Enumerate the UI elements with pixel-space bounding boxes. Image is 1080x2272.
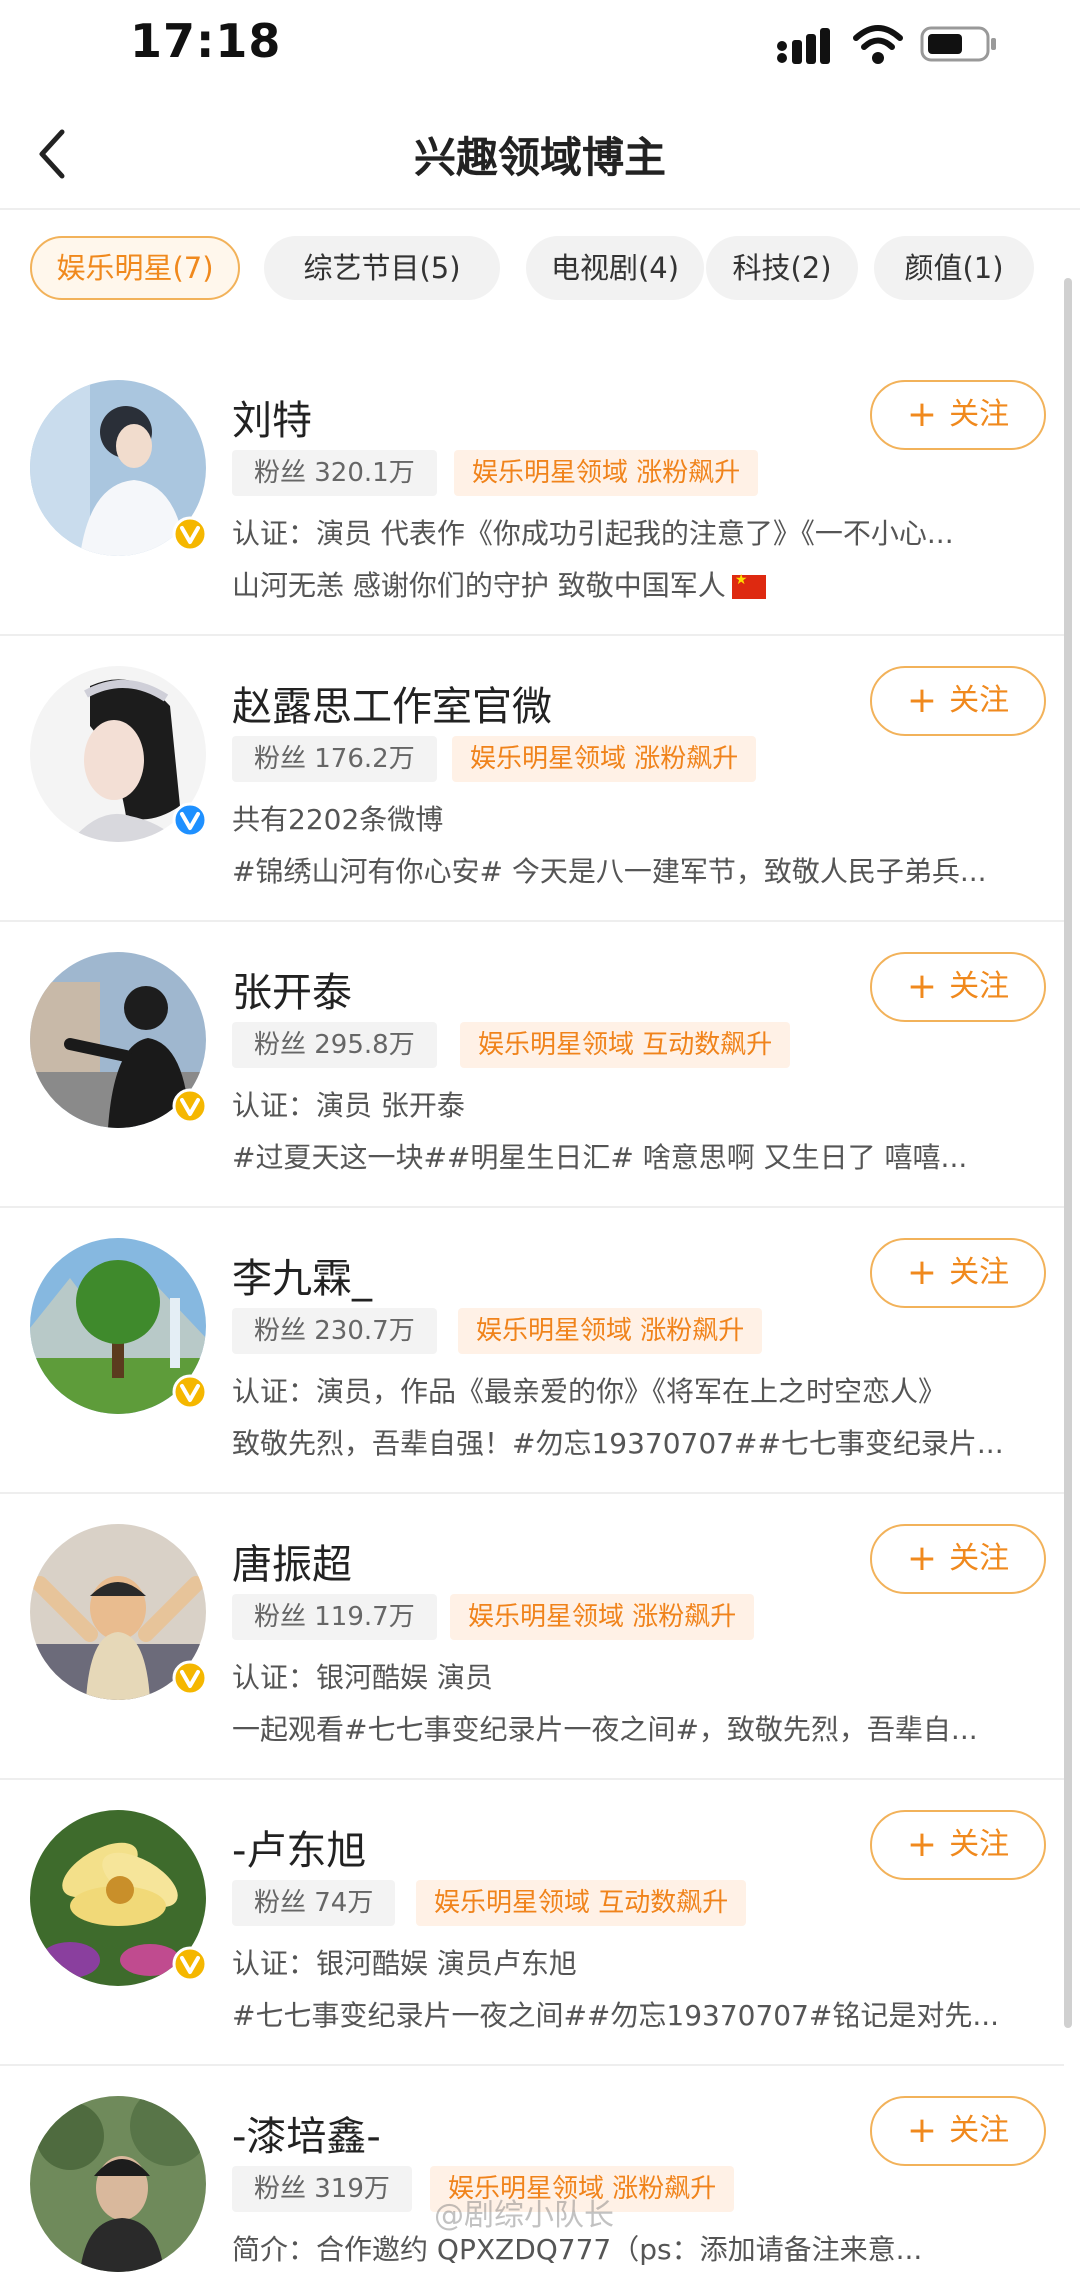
blogger-card[interactable]: 唐振超 粉丝 119.7万 娱乐明星领域 涨粉飙升 认证：银河酷娱 演员 一起观… bbox=[0, 1494, 1080, 1780]
follow-button[interactable]: + 关注 bbox=[870, 1524, 1046, 1594]
cellular-signal-icon bbox=[777, 28, 830, 64]
fans-count: 粉丝 74万 bbox=[232, 1880, 396, 1926]
verified-badge-icon bbox=[172, 1660, 208, 1696]
fans-count: 粉丝 119.7万 bbox=[232, 1594, 437, 1640]
blogger-card[interactable]: -卢东旭 粉丝 74万 娱乐明星领域 互动数飙升 认证：银河酷娱 演员卢东旭 #… bbox=[0, 1780, 1080, 2066]
follow-button[interactable]: + 关注 bbox=[870, 952, 1046, 1022]
follow-button[interactable]: + 关注 bbox=[870, 1238, 1046, 1308]
category-tabs: 娱乐明星(7) 综艺节目(5) 电视剧(4) 科技(2) 颜值(1) bbox=[30, 236, 1070, 300]
follow-label: 关注 bbox=[949, 969, 1010, 1004]
blogger-card[interactable]: 赵露思工作室官微 粉丝 176.2万 娱乐明星领域 涨粉飙升 共有2202条微博… bbox=[0, 636, 1080, 922]
blogger-card[interactable]: 刘特 粉丝 320.1万 娱乐明星领域 涨粉飙升 认证：演员 代表作《你成功引起… bbox=[0, 350, 1080, 636]
plus-icon: + bbox=[906, 394, 938, 435]
blogger-name[interactable]: 张开泰 bbox=[232, 960, 352, 1018]
fans-count: 粉丝 176.2万 bbox=[232, 736, 437, 782]
plus-icon: + bbox=[906, 680, 938, 721]
follow-button[interactable]: + 关注 bbox=[870, 2096, 1046, 2166]
follow-button[interactable]: + 关注 bbox=[870, 1810, 1046, 1880]
follow-label: 关注 bbox=[949, 1541, 1010, 1576]
latest-post-text: #七七事变纪录片一夜之间##勿忘19370707#铭记是对先... bbox=[232, 1999, 1000, 2032]
latest-post-text: 致敬先烈，吾辈自强！#勿忘19370707##七七事变纪录片... bbox=[232, 1427, 1004, 1460]
follow-label: 关注 bbox=[949, 1255, 1010, 1290]
status-time: 17:18 bbox=[130, 14, 282, 68]
latest-post-text: #过夏天这一块##明星生日汇# 啥意思啊 又生日了 嘻嘻... bbox=[232, 1141, 968, 1174]
bio-text: 简介：合作邀约 QPXZDQ777（ps：添加请备注来意... bbox=[232, 2233, 923, 2266]
blogger-name[interactable]: -漆培鑫- bbox=[232, 2104, 381, 2162]
trend-tag: 娱乐明星领域 互动数飙升 bbox=[416, 1880, 747, 1926]
follow-label: 关注 bbox=[949, 1827, 1010, 1862]
plus-icon: + bbox=[906, 966, 938, 1007]
trend-tag: 娱乐明星领域 涨粉飙升 bbox=[450, 1594, 755, 1640]
trend-tag: 娱乐明星领域 涨粉飙升 bbox=[452, 736, 757, 782]
follow-button[interactable]: + 关注 bbox=[870, 666, 1046, 736]
post-count-text: 共有2202条微博 bbox=[232, 803, 444, 836]
blogger-name[interactable]: 唐振超 bbox=[232, 1532, 352, 1590]
follow-label: 关注 bbox=[949, 2113, 1010, 2148]
follow-button[interactable]: + 关注 bbox=[870, 380, 1046, 450]
tab-variety-shows[interactable]: 综艺节目(5) bbox=[264, 236, 500, 300]
verification-text: 认证：银河酷娱 演员卢东旭 bbox=[232, 1947, 577, 1980]
verified-badge-icon bbox=[172, 1088, 208, 1124]
verified-badge-icon bbox=[172, 802, 208, 838]
trend-tag: 娱乐明星领域 互动数飙升 bbox=[460, 1022, 791, 1068]
blogger-name[interactable]: -卢东旭 bbox=[232, 1818, 366, 1876]
follow-label: 关注 bbox=[949, 397, 1010, 432]
avatar[interactable] bbox=[30, 2096, 206, 2272]
tab-entertainment-stars[interactable]: 娱乐明星(7) bbox=[30, 236, 240, 300]
verified-badge-icon bbox=[172, 1374, 208, 1410]
tab-appearance[interactable]: 颜值(1) bbox=[874, 236, 1034, 300]
blogger-name[interactable]: 赵露思工作室官微 bbox=[232, 674, 552, 732]
blogger-card[interactable]: -漆培鑫- 粉丝 319万 娱乐明星领域 涨粉飙升 简介：合作邀约 QPXZDQ… bbox=[0, 2066, 1080, 2272]
latest-post-text: 山河无恙 感谢你们的守护 致敬中国军人 bbox=[232, 564, 1042, 604]
plus-icon: + bbox=[906, 2110, 938, 2151]
china-flag-icon bbox=[731, 572, 766, 599]
verification-text: 认证：演员 张开泰 bbox=[232, 1089, 465, 1122]
verification-text: 认证：演员，作品《最亲爱的你》《将军在上之时空恋人》 bbox=[232, 1375, 947, 1408]
verification-text: 认证：演员 代表作《你成功引起我的注意了》《一不小心... bbox=[232, 517, 954, 550]
latest-post-content: 山河无恙 感谢你们的守护 致敬中国军人 bbox=[232, 569, 726, 602]
verified-badge-icon bbox=[172, 1946, 208, 1982]
wifi-icon bbox=[853, 25, 903, 64]
navigation-header: 兴趣领域博主 bbox=[0, 100, 1080, 210]
follow-label: 关注 bbox=[949, 683, 1010, 718]
tab-tv-dramas[interactable]: 电视剧(4) bbox=[526, 236, 704, 300]
blogger-card[interactable]: 张开泰 粉丝 295.8万 娱乐明星领域 互动数飙升 认证：演员 张开泰 #过夏… bbox=[0, 922, 1080, 1208]
plus-icon: + bbox=[906, 1538, 938, 1579]
latest-post-text: 一起观看#七七事变纪录片一夜之间#，致敬先烈，吾辈自... bbox=[232, 1713, 978, 1746]
blogger-name[interactable]: 刘特 bbox=[232, 388, 312, 446]
fans-count: 粉丝 319万 bbox=[232, 2166, 412, 2212]
battery-icon bbox=[920, 26, 996, 62]
tab-technology[interactable]: 科技(2) bbox=[706, 236, 858, 300]
watermark: @剧综小队长 bbox=[434, 2198, 614, 2233]
fans-count: 粉丝 295.8万 bbox=[232, 1022, 437, 1068]
blogger-name[interactable]: 李九霖_ bbox=[232, 1246, 372, 1304]
page-title: 兴趣领域博主 bbox=[413, 133, 666, 182]
verification-text: 认证：银河酷娱 演员 bbox=[232, 1661, 493, 1694]
trend-tag: 娱乐明星领域 涨粉飙升 bbox=[454, 450, 759, 496]
latest-post-text: #锦绣山河有你心安# 今天是八一建军节，致敬人民子弟兵... bbox=[232, 855, 987, 888]
status-bar: 17:18 bbox=[0, 0, 1080, 90]
fans-count: 粉丝 230.7万 bbox=[232, 1308, 437, 1354]
header-divider bbox=[0, 208, 1080, 210]
plus-icon: + bbox=[906, 1252, 938, 1293]
verified-badge-icon bbox=[172, 516, 208, 552]
fans-count: 粉丝 320.1万 bbox=[232, 450, 437, 496]
blogger-card[interactable]: 李九霖_ 粉丝 230.7万 娱乐明星领域 涨粉飙升 认证：演员，作品《最亲爱的… bbox=[0, 1208, 1080, 1494]
trend-tag: 娱乐明星领域 涨粉飙升 bbox=[458, 1308, 763, 1354]
plus-icon: + bbox=[906, 1824, 938, 1865]
